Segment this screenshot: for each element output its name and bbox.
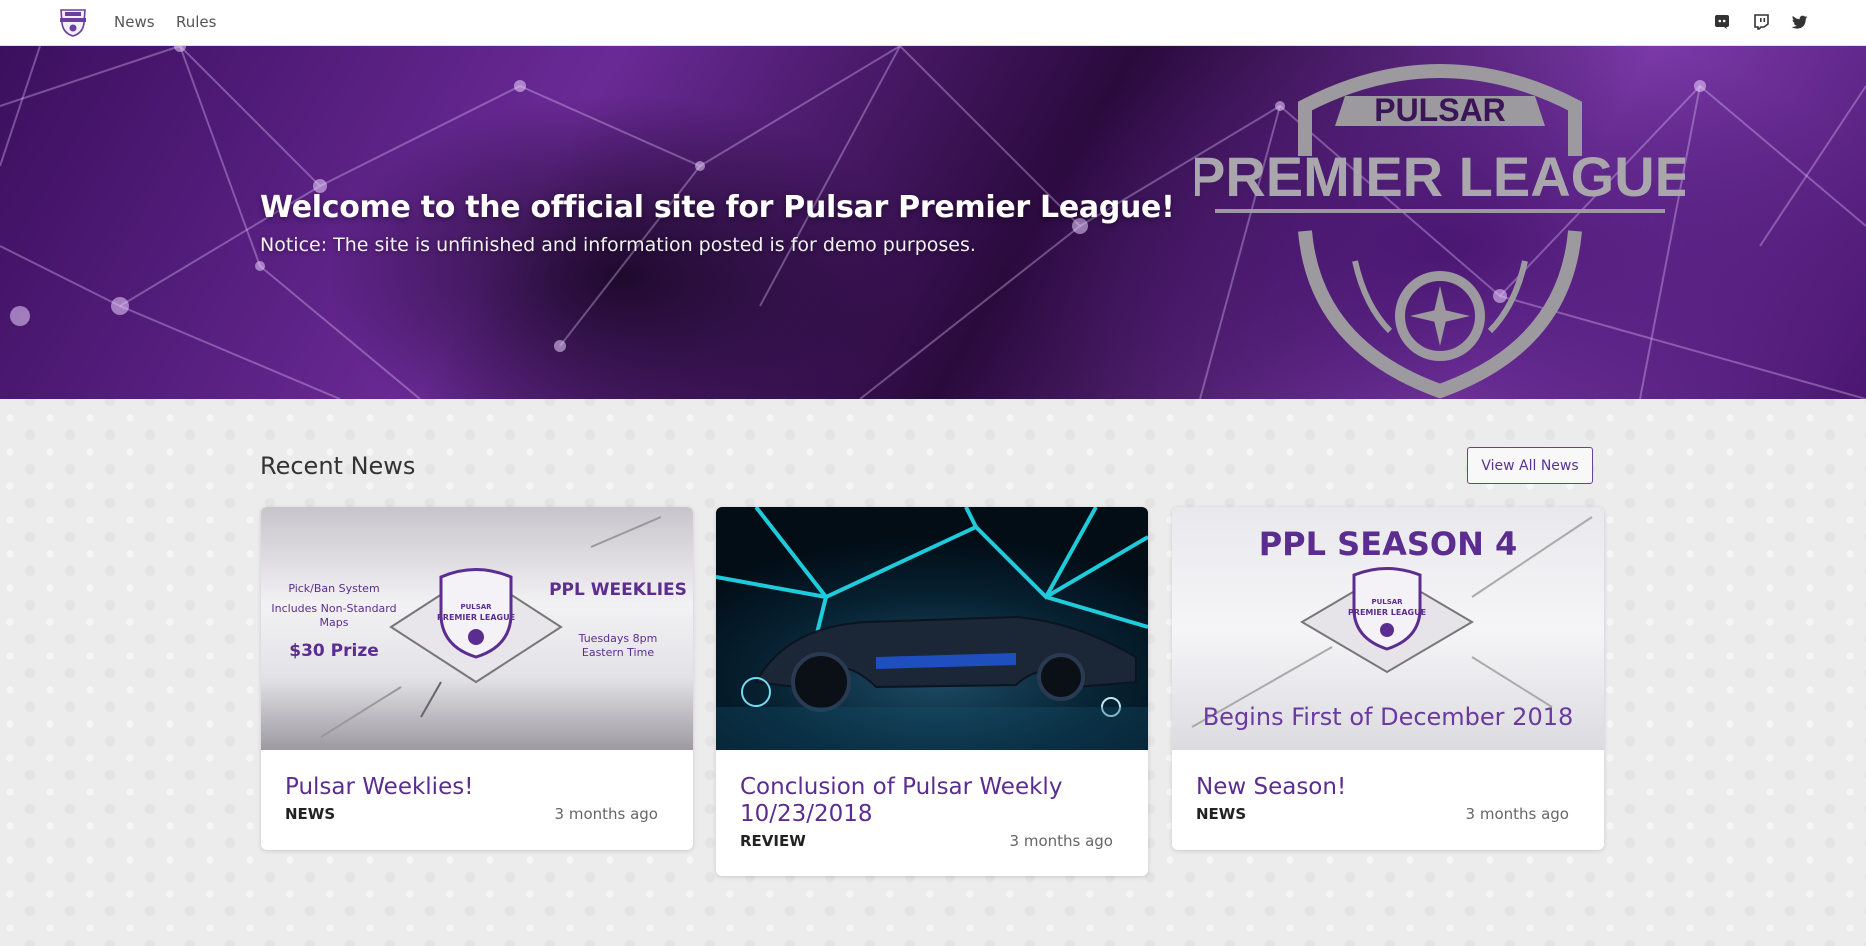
- card-title[interactable]: Pulsar Weeklies!: [285, 774, 675, 801]
- news-card-pulsar-weeklies[interactable]: PULSAR PREMIER LEAGUE Pick/Ban System In…: [261, 507, 693, 850]
- nav-link-news[interactable]: News: [114, 13, 155, 31]
- card-image-weeklies[interactable]: PULSAR PREMIER LEAGUE Pick/Ban System In…: [261, 507, 693, 750]
- season-badge-main: PREMIER LEAGUE: [1347, 608, 1427, 617]
- discord-icon[interactable]: [1712, 12, 1732, 32]
- season-headline: PPL SEASON 4: [1258, 525, 1518, 563]
- twitter-icon[interactable]: [1789, 12, 1809, 32]
- top-navbar: News Rules: [0, 0, 1866, 46]
- nav-link-rules[interactable]: Rules: [176, 13, 216, 31]
- card-category: NEWS: [285, 805, 336, 823]
- card-timestamp: 3 months ago: [554, 805, 658, 823]
- weeklies-left-line-1: Pick/Ban System: [288, 582, 380, 595]
- weeklies-prize: $30 Prize: [289, 641, 379, 661]
- card-category: NEWS: [1196, 805, 1247, 823]
- card-category: REVIEW: [740, 832, 806, 850]
- weeklies-left-line-3: Maps: [319, 616, 349, 629]
- hero-notice: Notice: The site is unfinished and infor…: [260, 234, 976, 256]
- weeklies-left-line-2: Includes Non-Standard: [271, 602, 397, 615]
- weeklies-right-title: PPL WEEKLIES: [549, 580, 687, 600]
- card-image-season-4[interactable]: PPL SEASON 4 PULSAR PREMIER LEAGUE Begin…: [1172, 507, 1604, 750]
- weeklies-right-line-1: Tuesdays 8pm: [578, 632, 658, 645]
- news-card-new-season[interactable]: PPL SEASON 4 PULSAR PREMIER LEAGUE Begin…: [1172, 507, 1604, 850]
- card-image-batmobile[interactable]: [716, 507, 1148, 750]
- season-badge-top: PULSAR: [1371, 598, 1403, 606]
- emblem-pulsar-text: PULSAR: [1374, 92, 1506, 128]
- weeklies-badge-top: PULSAR: [460, 603, 492, 611]
- card-title[interactable]: Conclusion of Pulsar Weekly 10/23/2018: [740, 774, 1130, 828]
- pulsar-premier-league-emblem: PULSAR PREMIER LEAGUE: [1195, 64, 1685, 399]
- card-timestamp: 3 months ago: [1009, 832, 1113, 850]
- hero-title: Welcome to the official site for Pulsar …: [260, 190, 1175, 225]
- league-logo-icon[interactable]: [56, 7, 90, 37]
- weeklies-badge-main: PREMIER LEAGUE: [436, 613, 516, 622]
- recent-news-heading: Recent News: [260, 452, 416, 480]
- emblem-premier-league-text: PREMIER LEAGUE: [1195, 145, 1685, 208]
- news-card-weekly-conclusion[interactable]: Conclusion of Pulsar Weekly 10/23/2018 R…: [716, 507, 1148, 876]
- card-timestamp: 3 months ago: [1465, 805, 1569, 823]
- twitch-icon[interactable]: [1751, 12, 1771, 32]
- hero-banner: PULSAR PREMIER LEAGUE Welcome to the off…: [0, 46, 1866, 399]
- weeklies-right-line-2: Eastern Time: [581, 646, 655, 659]
- card-title[interactable]: New Season!: [1196, 774, 1586, 801]
- view-all-news-button[interactable]: View All News: [1467, 447, 1593, 484]
- season-footer: Begins First of December 2018: [1202, 703, 1574, 731]
